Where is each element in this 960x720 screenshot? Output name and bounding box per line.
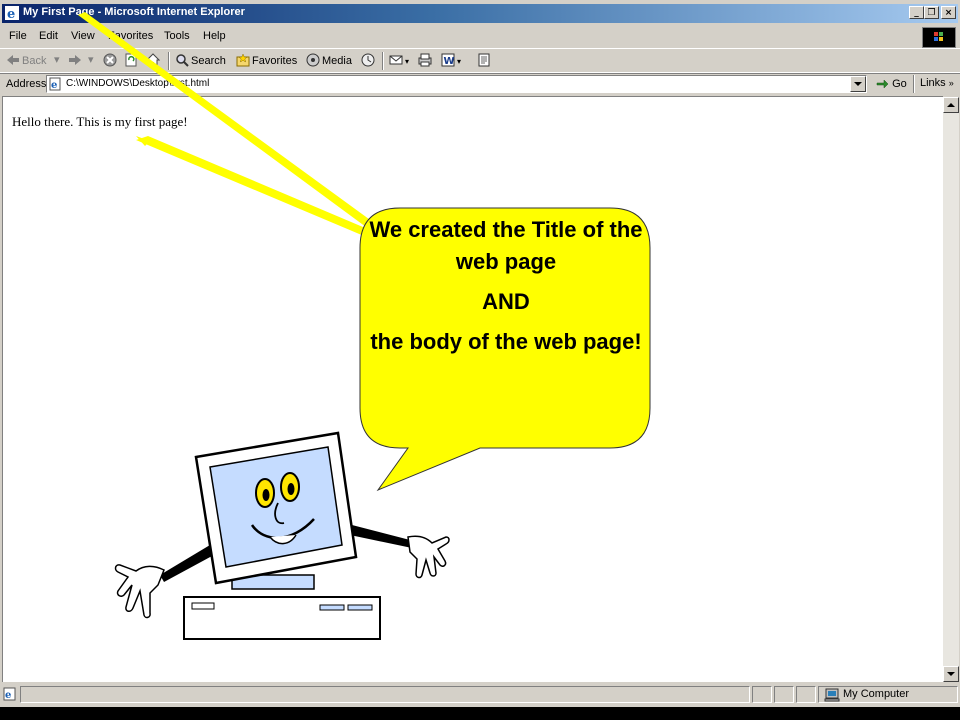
- left-hand: [114, 564, 165, 619]
- callout-text: We created the Title of the web page AND…: [362, 214, 650, 358]
- floppy-slot: [191, 602, 215, 610]
- callout-line-2: AND: [482, 289, 530, 314]
- callout-line-3: the body of the web page!: [370, 329, 642, 354]
- drive-bay: [319, 604, 345, 611]
- computer-mascot-illustration: [114, 431, 450, 640]
- right-pupil: [287, 483, 295, 495]
- left-arm: [160, 545, 212, 582]
- right-arm: [350, 525, 412, 548]
- right-hand: [407, 535, 450, 579]
- pointer-to-body: [136, 136, 370, 236]
- drive-bay: [347, 604, 373, 611]
- callout-line-1: We created the Title of the web page: [369, 217, 643, 274]
- pointer-to-title: [78, 12, 373, 227]
- left-pupil: [262, 489, 270, 501]
- pointer-lines: [78, 12, 373, 236]
